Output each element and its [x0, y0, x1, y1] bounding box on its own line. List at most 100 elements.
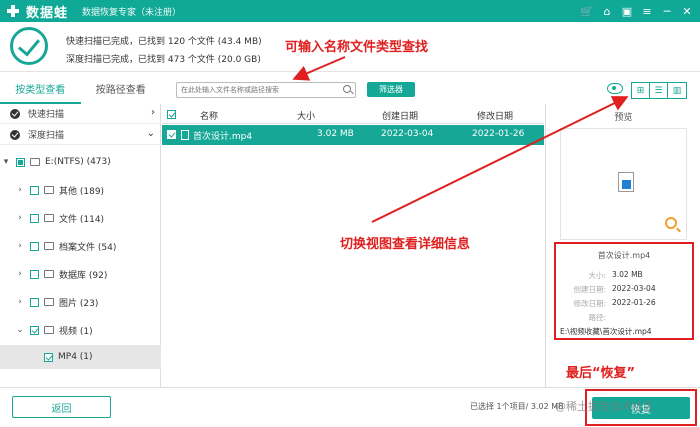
tree-checkbox[interactable] [30, 213, 39, 223]
select-all-checkbox[interactable] [167, 110, 176, 119]
chevron-right-icon[interactable]: › [151, 107, 155, 118]
tree-item-documents[interactable]: › 文件 (114) [0, 206, 161, 230]
details-label: 修改日期: [573, 299, 606, 308]
expand-icon[interactable]: › [16, 297, 24, 307]
tree-item-label: 档案文件 (54) [59, 242, 117, 253]
minimize-icon[interactable]: ─ [660, 4, 674, 18]
tree-checkbox[interactable] [16, 157, 25, 167]
details-value: 3.02 MB [612, 270, 643, 279]
row-checkbox[interactable] [167, 130, 176, 139]
preview-toggle-icon[interactable] [607, 83, 623, 94]
tab-by-path[interactable]: 按路径查看 [81, 80, 162, 104]
video-icon [44, 326, 54, 334]
tab-by-type[interactable]: 按类型查看 [0, 80, 81, 104]
details-value: 2022-01-26 [612, 298, 656, 307]
detail-view-icon[interactable]: ▥ [668, 83, 686, 98]
footer-bar: 返回 已选择 1个项目/ 3.02 MB 恢复 @稀土掘金技术社区 [0, 387, 700, 427]
details-path-value: E:\视频收藏\首次设计.mp4 [560, 327, 652, 336]
tree-item-images[interactable]: › 图片 (23) [0, 290, 161, 314]
sidebar: 快速扫描 › 深度扫描 ⌄ ▾ E:(NTFS) (473) › 其他 (189… [0, 104, 161, 387]
expand-icon[interactable]: › [16, 269, 24, 279]
expand-icon[interactable]: ⌄ [16, 325, 24, 335]
check-icon [10, 129, 20, 140]
annotation-search-hint: 可输入名称文件类型查找 [285, 40, 429, 55]
chevron-down-icon[interactable]: ⌄ [147, 128, 155, 139]
tree-checkbox[interactable] [30, 297, 39, 307]
brand-name: 数据蛙 [26, 5, 69, 21]
image-icon [44, 298, 54, 306]
drive-icon [30, 158, 40, 166]
menu-icon[interactable]: ≡ [640, 4, 654, 18]
column-header-name[interactable]: 名称 [200, 109, 218, 122]
sidebar-item-deep-scan[interactable]: 深度扫描 ⌄ [0, 125, 161, 145]
preview-thumbnail [560, 128, 687, 240]
sidebar-item-label: 深度扫描 [28, 131, 65, 141]
file-table: 名称 大小 创建日期 修改日期 首次设计.mp4 3.02 MB 2022-03… [162, 104, 544, 387]
search-input[interactable] [176, 82, 356, 98]
tree-item-drive[interactable]: ▾ E:(NTFS) (473) [0, 150, 161, 174]
deep-scan-status: 深度扫描已完成，已找到 473 个文件 (20.0 GB) [66, 55, 261, 65]
tree-checkbox[interactable] [30, 269, 39, 279]
cell-size: 3.02 MB [317, 129, 354, 139]
sidebar-item-quick-scan[interactable]: 快速扫描 › [0, 104, 161, 124]
table-header: 名称 大小 创建日期 修改日期 [162, 104, 544, 124]
tree-item-other[interactable]: › 其他 (189) [0, 178, 161, 202]
grid-view-icon[interactable]: ⊞ [632, 83, 650, 98]
tree-checkbox[interactable] [30, 185, 39, 195]
tree-item-database[interactable]: › 数据库 (92) [0, 262, 161, 286]
expand-icon[interactable]: › [16, 185, 24, 195]
tree-item-label: E:(NTFS) (473) [45, 157, 111, 167]
file-icon [181, 130, 189, 140]
tree-item-label: 其他 (189) [59, 186, 105, 197]
tree-item-mp4[interactable]: MP4 (1) [0, 345, 161, 369]
details-value: 2022-03-04 [612, 284, 656, 293]
preview-panel: 预览 首次设计.mp4 大小: 3.02 MB 创建日期: 2022-03-04… [545, 104, 700, 387]
file-details: 首次设计.mp4 大小: 3.02 MB 创建日期: 2022-03-04 修改… [554, 242, 694, 340]
view-tabs: 按类型查看 按路径查看 [0, 80, 161, 104]
document-icon [44, 214, 54, 222]
cart-icon[interactable]: 🛒 [580, 4, 594, 18]
toolbar: 筛选器 ⊞ ☰ ▥ [162, 80, 700, 104]
app-logo-icon [6, 4, 20, 18]
expand-icon[interactable]: › [16, 241, 24, 251]
titlebar-icons: 🛒 ⌂ ▣ ≡ ─ ✕ [580, 4, 694, 18]
check-icon [10, 108, 20, 119]
preview-title: 预览 [614, 113, 633, 123]
zoom-icon[interactable] [665, 217, 677, 229]
column-header-created[interactable]: 创建日期 [382, 109, 418, 122]
back-button[interactable]: 返回 [12, 396, 111, 418]
search-icon[interactable] [343, 85, 351, 93]
expand-icon[interactable]: ▾ [2, 157, 10, 167]
cell-name: 首次设计.mp4 [193, 132, 253, 142]
tree-item-archives[interactable]: › 档案文件 (54) [0, 234, 161, 258]
details-label: 大小: [588, 271, 606, 280]
close-icon[interactable]: ✕ [680, 4, 694, 18]
database-icon [44, 270, 54, 278]
expand-icon[interactable]: › [16, 213, 24, 223]
cell-created: 2022-03-04 [381, 129, 434, 139]
tag-icon[interactable]: ⌂ [600, 4, 614, 18]
tree-item-label: MP4 (1) [58, 352, 93, 362]
video-file-icon [618, 172, 634, 192]
tree-checkbox[interactable] [44, 352, 53, 362]
view-switcher: ⊞ ☰ ▥ [631, 82, 687, 99]
tree-item-label: 文件 (114) [59, 214, 105, 225]
filter-button[interactable]: 筛选器 [367, 82, 415, 97]
details-file-name: 首次设计.mp4 [597, 251, 651, 260]
save-icon[interactable]: ▣ [620, 4, 634, 18]
tree-item-label: 数据库 (92) [59, 270, 108, 281]
column-header-size[interactable]: 大小 [297, 109, 315, 122]
app-title: 数据恢复专家（未注册） [82, 7, 182, 18]
list-view-icon[interactable]: ☰ [650, 83, 668, 98]
selection-summary: 已选择 1个项目/ 3.02 MB [470, 402, 564, 411]
tree-checkbox[interactable] [30, 325, 39, 335]
column-header-modified[interactable]: 修改日期 [477, 109, 513, 122]
tree-item-label: 视频 (1) [59, 326, 93, 337]
tree-item-label: 图片 (23) [59, 298, 99, 309]
tree-item-video[interactable]: ⌄ 视频 (1) [0, 318, 161, 342]
tree-checkbox[interactable] [30, 241, 39, 251]
watermark: @稀土掘金技术社区 [555, 400, 654, 413]
archive-icon [44, 242, 54, 250]
table-row[interactable]: 首次设计.mp4 3.02 MB 2022-03-04 2022-01-26 [162, 125, 544, 145]
quick-scan-status: 快速扫描已完成，已找到 120 个文件 (43.4 MB) [66, 37, 262, 47]
